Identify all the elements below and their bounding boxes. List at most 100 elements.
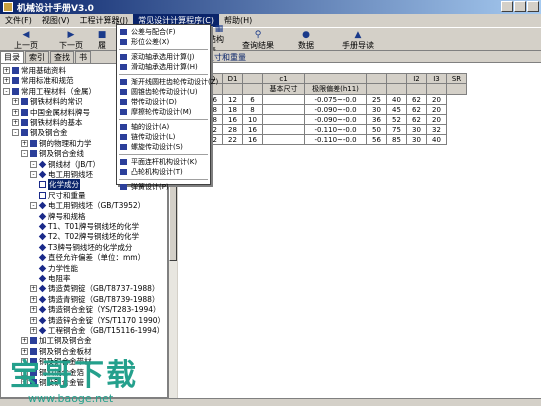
tree-item[interactable]: + 铜及铜合金箔	[21, 368, 84, 377]
tree-item[interactable]: - 铜线材（JB/T）	[30, 160, 100, 169]
table-cell	[262, 134, 305, 145]
table-header-cell	[242, 73, 263, 84]
tree-item[interactable]: 化学成分	[39, 179, 80, 191]
table-cell: 32	[426, 124, 447, 135]
tree-item[interactable]: 电阻率	[38, 274, 71, 283]
expand-icon[interactable]: +	[30, 316, 37, 324]
menu-item[interactable]: 弹簧设计(P)	[117, 182, 210, 192]
menu-item[interactable]: 形位公差(X)	[117, 37, 210, 47]
expand-icon[interactable]: +	[12, 98, 19, 106]
expand-icon[interactable]: +	[21, 139, 28, 147]
menu-0[interactable]: 文件(F)	[0, 14, 37, 27]
expand-icon[interactable]: +	[3, 77, 10, 85]
expand-icon[interactable]: +	[30, 327, 37, 334]
tree-item[interactable]: + 常用基础资料	[3, 66, 66, 75]
data-button[interactable]: ● 数据	[286, 29, 326, 51]
tree-item[interactable]: 力学性能	[38, 264, 78, 273]
next-page-button[interactable]: ▶ 下一页	[48, 29, 94, 51]
menu-1[interactable]: 视图(V)	[37, 14, 75, 27]
menu-item[interactable]: 带传动设计(D)	[117, 97, 210, 107]
tree-item[interactable]: + 钢铁材料的基本	[12, 118, 83, 127]
expand-icon[interactable]: +	[12, 119, 19, 126]
expand-icon[interactable]: +	[30, 306, 37, 314]
book-icon	[21, 98, 28, 106]
menu-item[interactable]: 滚动轴承选用计算(J)	[117, 52, 210, 62]
menu-item[interactable]: 渐开线圆柱齿轮传动设计(Z)	[117, 77, 218, 87]
minimize-button[interactable]	[501, 1, 513, 12]
tab-0[interactable]: 目录	[0, 51, 24, 63]
tree-item[interactable]: + 铸造青铜锭（GB/T8739-1988）	[30, 295, 159, 304]
prev-page-button[interactable]: ◀ 上一页	[4, 29, 48, 51]
tree-item[interactable]: 直径允许偏差（单位：mm）	[38, 253, 145, 262]
tree-item[interactable]: T2、T02牌号铜线坯的化学	[38, 232, 139, 241]
table-subheader-cell	[366, 83, 387, 95]
maximize-button[interactable]	[514, 1, 526, 12]
menu-item[interactable]: 螺旋传动设计(S)	[117, 142, 210, 152]
tree-item[interactable]: - 电工用铜线坯	[30, 170, 93, 179]
collapse-icon[interactable]: -	[3, 87, 10, 95]
expand-icon[interactable]: +	[21, 347, 28, 355]
expand-icon[interactable]: +	[21, 337, 28, 345]
menu-item[interactable]: 平面连杆机构设计(K)	[117, 157, 210, 167]
collapse-icon[interactable]: -	[21, 150, 28, 158]
tree-item[interactable]: - 电工用铜线坯（GB/T3952）	[30, 201, 145, 210]
tab-2[interactable]: 查找	[50, 51, 74, 63]
tree-item[interactable]: T1、T01牌号铜线坯的化学	[38, 222, 139, 231]
expand-icon[interactable]: +	[30, 295, 37, 303]
tree-item[interactable]: T3牌号铜线坯的化学成分	[38, 243, 132, 252]
structure-table-button[interactable]: ▦ 结构表	[208, 24, 230, 55]
expand-icon[interactable]: +	[12, 108, 19, 116]
menu-item[interactable]: 公差与配合(F)	[117, 27, 210, 37]
menu-4[interactable]: 帮助(H)	[219, 14, 257, 27]
book-icon	[30, 368, 37, 376]
tree-item[interactable]: + 钢铁材料的常识	[12, 97, 83, 106]
table-cell	[262, 114, 305, 125]
table-cell: -0.090~-0.0	[304, 114, 367, 125]
expand-icon[interactable]: +	[21, 358, 28, 366]
calc-icon	[120, 159, 127, 165]
tree-item[interactable]: + 铸造黄铜锭（GB/T8737-1988）	[30, 284, 159, 293]
collapse-icon[interactable]: -	[12, 129, 19, 137]
expand-icon[interactable]: +	[3, 67, 10, 74]
tree-item[interactable]: - 铜及铜合金线	[21, 149, 84, 158]
table-cell: 25	[366, 94, 387, 105]
expand-icon[interactable]: +	[21, 368, 28, 376]
expand-icon[interactable]: +	[21, 379, 28, 386]
menu-item[interactable]: 轴的设计(A)	[117, 122, 210, 132]
tree-item[interactable]: + 铜的物理和力学	[21, 139, 92, 148]
tree-item-label: 中国金属材料牌号	[30, 107, 90, 117]
tree-item[interactable]: + 铜及铜合金带材	[21, 357, 92, 366]
tree-item-label: 常用标准和规范	[21, 76, 74, 86]
diamond-icon	[38, 243, 47, 252]
tree-item[interactable]: + 铸造锌合金锭（YS/T1170 1990）	[30, 316, 165, 325]
tab-1[interactable]: 索引	[25, 51, 49, 63]
tree-item-label: 尺寸和重量	[48, 190, 86, 200]
collapse-icon[interactable]: -	[30, 160, 37, 168]
collapse-icon[interactable]: -	[30, 171, 37, 178]
tree-item[interactable]: - 钢及钢合金	[12, 128, 68, 137]
collapse-icon[interactable]: -	[30, 202, 37, 210]
table-cell: -0.090~-0.0	[304, 104, 367, 115]
menu-item[interactable]: 摩擦轮传动设计(M)	[117, 107, 210, 117]
query-result-button[interactable]: ⚲ 查询结果	[232, 29, 284, 51]
tree-item[interactable]: + 铜及铜合金管	[21, 378, 84, 387]
tree-item[interactable]: + 常用标准和规范	[3, 76, 74, 85]
tree-item[interactable]: 牌号和规格	[38, 212, 86, 221]
expand-icon[interactable]: +	[30, 285, 37, 293]
menu-item[interactable]: 链传动设计(L)	[117, 132, 210, 142]
tree-item[interactable]: + 铜及铜合金板材	[21, 347, 92, 356]
tab-3[interactable]: 书	[75, 51, 91, 63]
manual-guide-button[interactable]: ▲ 手册导读	[330, 29, 386, 51]
tree-item[interactable]: + 加工铜及铜合金	[21, 336, 92, 345]
close-button[interactable]	[527, 1, 539, 12]
table-subheader-cell	[406, 83, 427, 95]
tree-item[interactable]: 尺寸和重量	[39, 191, 86, 200]
toolbar-button-partial[interactable]: ■ 履	[94, 29, 110, 51]
tree-item[interactable]: - 常用工程材料（金属）	[3, 87, 96, 96]
menu-item[interactable]: 凸轮机构设计(T)	[117, 167, 210, 177]
tree-item[interactable]: + 中国金属材料牌号	[12, 108, 90, 117]
menu-item[interactable]: 滑动轴承选用计算(H)	[117, 62, 210, 72]
tree-item[interactable]: + 工程铜合金（GB/T15116-1994）	[30, 326, 164, 335]
tree-item[interactable]: + 铸造铜合金锭（YS/T283-1994）	[30, 305, 161, 314]
menu-item[interactable]: 圆锥齿轮传动设计(U)	[117, 87, 210, 97]
